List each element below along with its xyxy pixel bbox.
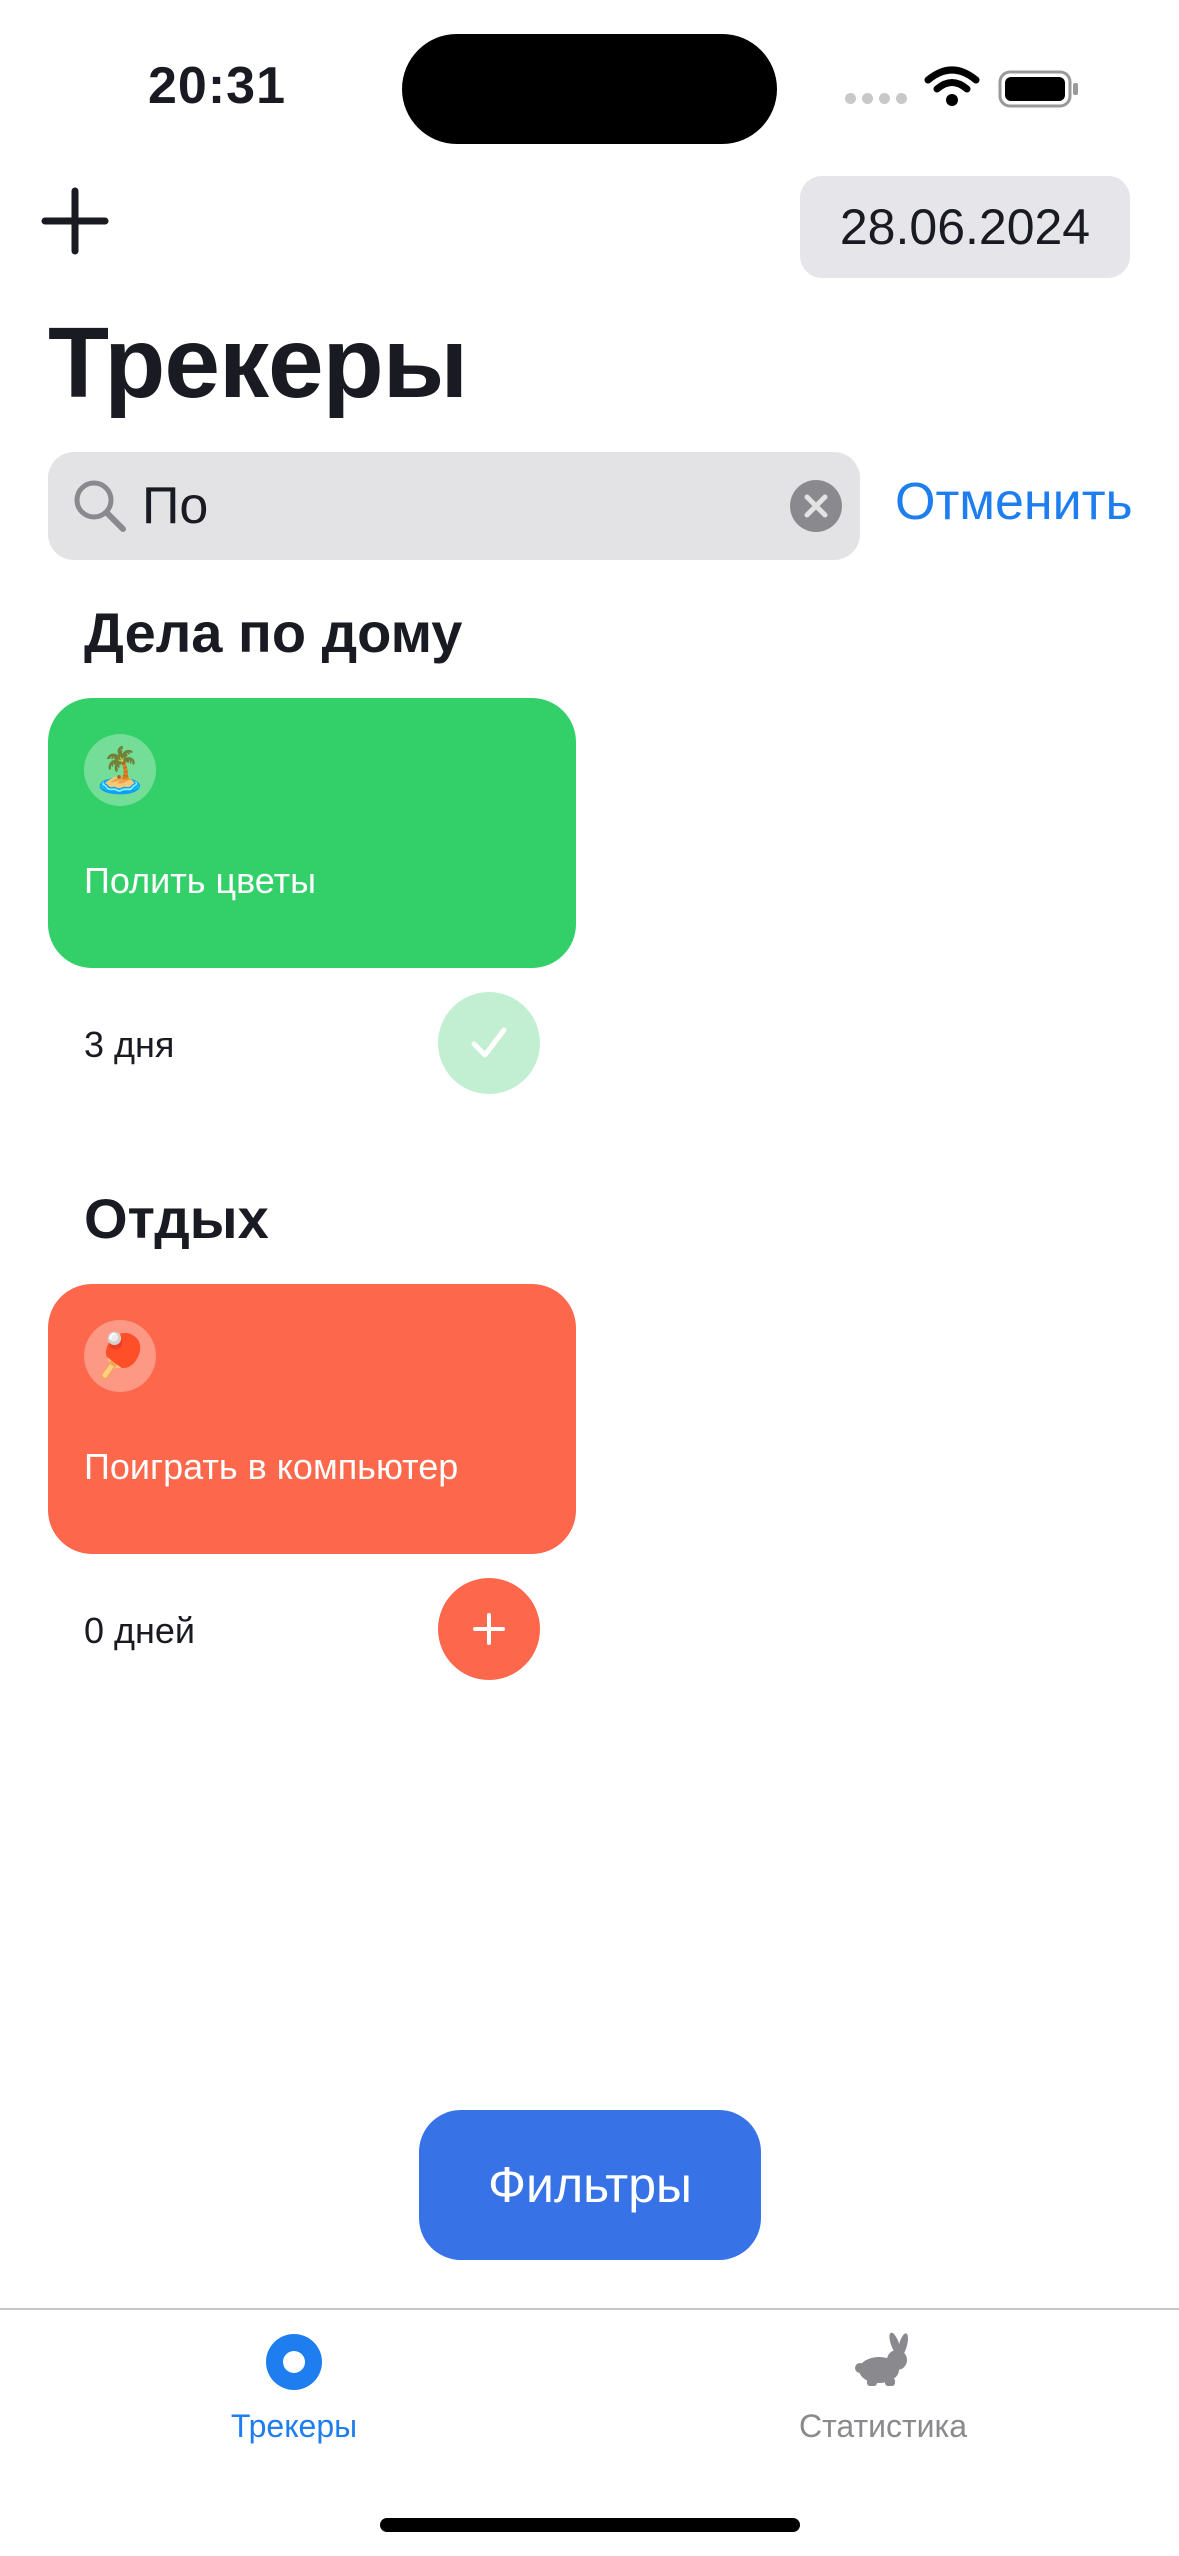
date-picker-button[interactable]: 28.06.2024 <box>800 176 1130 278</box>
tracker-done-button[interactable] <box>438 992 540 1094</box>
cellular-signal-icon <box>845 93 907 104</box>
tab-statistics[interactable]: Статистика <box>733 2330 1033 2445</box>
add-tracker-button[interactable] <box>40 186 110 256</box>
tracker-card[interactable]: 🏓 Поиграть в компьютер <box>48 1284 576 1554</box>
search-icon <box>74 480 126 532</box>
tracker-emoji: 🏝️ <box>84 734 156 806</box>
tracker-card[interactable]: 🏝️ Полить цветы <box>48 698 576 968</box>
cancel-search-button[interactable]: Отменить <box>895 472 1133 532</box>
section-title: Дела по дому <box>84 601 463 664</box>
section-title: Отдых <box>84 1187 269 1250</box>
filters-button[interactable]: Фильтры <box>419 2110 761 2260</box>
trackers-icon <box>266 2334 322 2390</box>
wifi-icon <box>924 66 980 106</box>
checkmark-icon <box>471 1027 507 1058</box>
tracker-complete-button[interactable] <box>438 1578 540 1680</box>
dynamic-island <box>402 34 777 144</box>
tab-trackers[interactable]: Трекеры <box>144 2330 444 2445</box>
search-input[interactable] <box>142 452 762 560</box>
tracker-days-count: 0 дней <box>84 1610 196 1651</box>
battery-icon <box>998 70 1078 108</box>
home-indicator <box>380 2518 800 2532</box>
close-icon <box>804 494 828 518</box>
page-title: Трекеры <box>48 307 468 419</box>
rabbit-icon <box>855 2332 908 2386</box>
tracker-label: Полить цветы <box>84 860 316 901</box>
status-time: 20:31 <box>148 57 286 115</box>
search-field[interactable] <box>48 452 860 560</box>
tracker-emoji: 🏓 <box>84 1320 156 1392</box>
tab-label: Статистика <box>798 2408 968 2444</box>
plus-icon <box>473 1613 505 1645</box>
tab-bar-divider <box>0 2308 1179 2310</box>
tracker-days-count: 3 дня <box>84 1024 175 1065</box>
tracker-label: Поиграть в компьютер <box>84 1446 459 1487</box>
tab-label: Трекеры <box>230 2408 358 2444</box>
clear-search-button[interactable] <box>790 480 842 532</box>
